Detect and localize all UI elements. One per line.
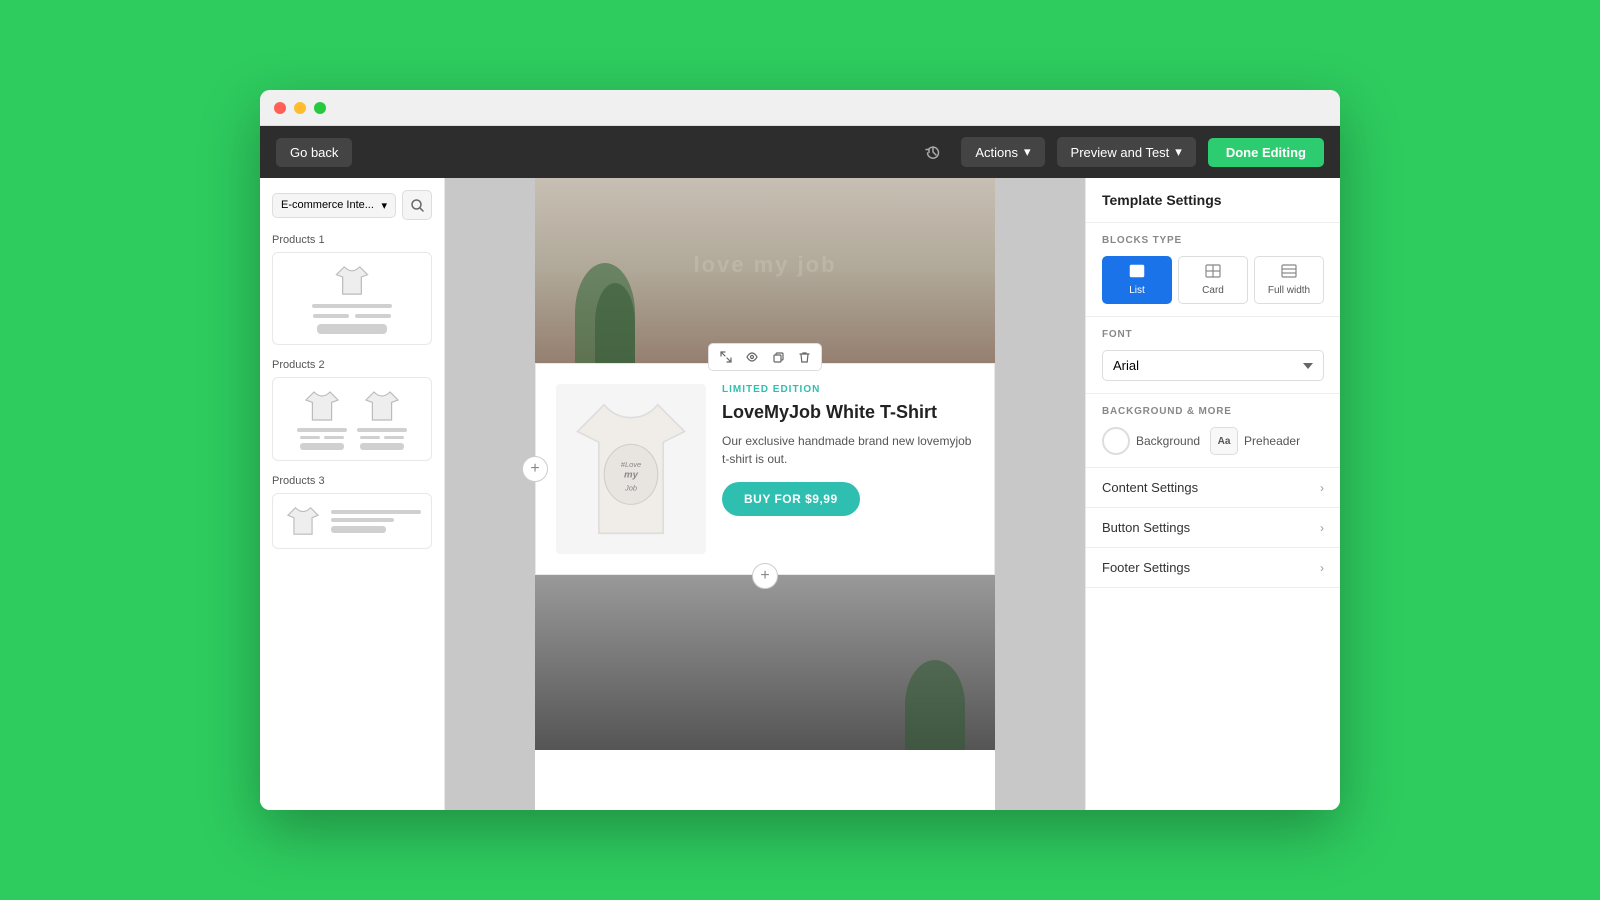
blocks-type-row: List Card <box>1102 256 1324 304</box>
go-back-button[interactable]: Go back <box>276 138 352 167</box>
background-color-swatch <box>1102 427 1130 455</box>
placeholder-block <box>317 324 387 334</box>
product-template-1[interactable] <box>272 252 432 345</box>
preview-button[interactable]: Preview and Test ▾ <box>1057 137 1196 167</box>
right-sidebar: Template Settings BLOCKS TYPE <box>1085 178 1340 810</box>
button-settings-label: Button Settings <box>1102 520 1190 535</box>
product-group-1: Products 1 <box>272 234 432 345</box>
toolbar: Go back Actions ▾ Preview and Test ▾ Don… <box>260 126 1340 178</box>
left-sidebar: E-commerce Inte... ▾ Products 1 <box>260 178 445 810</box>
close-button[interactable] <box>274 102 286 114</box>
category-dropdown[interactable]: E-commerce Inte... ▾ <box>272 193 396 218</box>
blocks-type-section: BLOCKS TYPE List <box>1086 223 1340 317</box>
content-settings-label: Content Settings <box>1102 480 1198 495</box>
button-settings-section[interactable]: Button Settings › <box>1086 508 1340 548</box>
fullwidth-label: Full width <box>1268 285 1310 296</box>
product-group-2-label: Products 2 <box>272 359 432 371</box>
dropdown-label: E-commerce Inte... <box>281 199 374 211</box>
placeholder-line <box>355 314 391 318</box>
preheader-option-label: Preheader <box>1244 434 1300 448</box>
product-icon-1 <box>297 388 347 450</box>
delete-icon[interactable] <box>793 346 815 368</box>
placeholder-line <box>312 304 392 308</box>
minimize-button[interactable] <box>294 102 306 114</box>
email-canvas: love my job <box>535 178 995 810</box>
expand-icon[interactable] <box>715 346 737 368</box>
product-group-1-label: Products 1 <box>272 234 432 246</box>
product-template-3[interactable] <box>272 493 432 549</box>
content-settings-chevron-icon: › <box>1320 481 1324 495</box>
product-badge: LIMITED EDITION <box>722 384 974 395</box>
search-button[interactable] <box>402 190 432 220</box>
app-window: Go back Actions ▾ Preview and Test ▾ Don… <box>260 90 1340 810</box>
placeholder-line <box>313 314 349 318</box>
list-label: List <box>1129 285 1145 296</box>
product-group-3-label: Products 3 <box>272 475 432 487</box>
dropdown-chevron-icon: ▾ <box>381 199 387 212</box>
buy-button[interactable]: BUY FOR $9,99 <box>722 482 860 516</box>
footer-settings-chevron-icon: › <box>1320 561 1324 575</box>
canvas-scroll[interactable]: love my job <box>445 178 1085 810</box>
add-block-bottom-button[interactable]: + <box>752 563 778 589</box>
sidebar-search-row: E-commerce Inte... ▾ <box>272 190 432 220</box>
blocks-type-label: BLOCKS TYPE <box>1102 235 1324 246</box>
background-more-section: BACKGROUND & MORE Background Aa Preheade… <box>1086 394 1340 468</box>
product-icon-2 <box>357 388 407 450</box>
actions-button[interactable]: Actions ▾ <box>961 137 1044 167</box>
product-title: LoveMyJob White T-Shirt <box>722 401 974 424</box>
add-block-left-button[interactable]: + <box>522 456 548 482</box>
product-description: Our exclusive handmade brand new lovemyj… <box>722 432 974 468</box>
duplicate-icon[interactable] <box>767 346 789 368</box>
main-content: E-commerce Inte... ▾ Products 1 <box>260 178 1340 810</box>
header-image: love my job <box>535 178 995 363</box>
background-option-label: Background <box>1136 434 1200 448</box>
footer-settings-section[interactable]: Footer Settings › <box>1086 548 1340 588</box>
product-info: LIMITED EDITION LoveMyJob White T-Shirt … <box>722 384 974 554</box>
font-label: FONT <box>1102 329 1324 340</box>
preheader-option[interactable]: Aa Preheader <box>1210 427 1300 455</box>
eye-icon[interactable] <box>741 346 763 368</box>
svg-text:my: my <box>624 470 639 481</box>
block-type-fullwidth-button[interactable]: Full width <box>1254 256 1324 304</box>
background-option[interactable]: Background <box>1102 427 1200 455</box>
footer-image <box>535 575 995 750</box>
svg-text:#Love: #Love <box>621 460 641 469</box>
actions-chevron-icon: ▾ <box>1024 144 1031 160</box>
titlebar <box>260 90 1340 126</box>
block-controls <box>708 343 822 371</box>
font-section: FONT Arial Helvetica Georgia Times New R… <box>1086 317 1340 394</box>
content-settings-section[interactable]: Content Settings › <box>1086 468 1340 508</box>
history-button[interactable] <box>917 136 949 168</box>
fullwidth-icon <box>1281 264 1297 281</box>
preview-label: Preview and Test <box>1071 145 1170 160</box>
background-options-row: Background Aa Preheader <box>1102 427 1324 455</box>
footer-settings-label: Footer Settings <box>1102 560 1190 575</box>
done-editing-button[interactable]: Done Editing <box>1208 138 1324 167</box>
actions-label: Actions <box>975 145 1018 160</box>
preheader-icon: Aa <box>1210 427 1238 455</box>
product-block-container: + #Love my Job <box>535 363 995 575</box>
fullscreen-button[interactable] <box>314 102 326 114</box>
svg-text:Job: Job <box>624 483 637 492</box>
card-label: Card <box>1202 285 1224 296</box>
list-icon <box>1129 264 1145 281</box>
product-row <box>297 388 407 450</box>
block-type-list-button[interactable]: List <box>1102 256 1172 304</box>
block-type-card-button[interactable]: Card <box>1178 256 1248 304</box>
product-template-2[interactable] <box>272 377 432 461</box>
font-select[interactable]: Arial Helvetica Georgia Times New Roman … <box>1102 350 1324 381</box>
product-group-2: Products 2 <box>272 359 432 461</box>
card-icon <box>1205 264 1221 281</box>
template-settings-header: Template Settings <box>1086 178 1340 223</box>
product-group-3: Products 3 <box>272 475 432 549</box>
canvas-area: love my job <box>445 178 1085 810</box>
preview-chevron-icon: ▾ <box>1175 144 1182 160</box>
background-more-label: BACKGROUND & MORE <box>1102 406 1324 417</box>
product-block[interactable]: + #Love my Job <box>535 363 995 575</box>
button-settings-chevron-icon: › <box>1320 521 1324 535</box>
product-image: #Love my Job <box>556 384 706 554</box>
